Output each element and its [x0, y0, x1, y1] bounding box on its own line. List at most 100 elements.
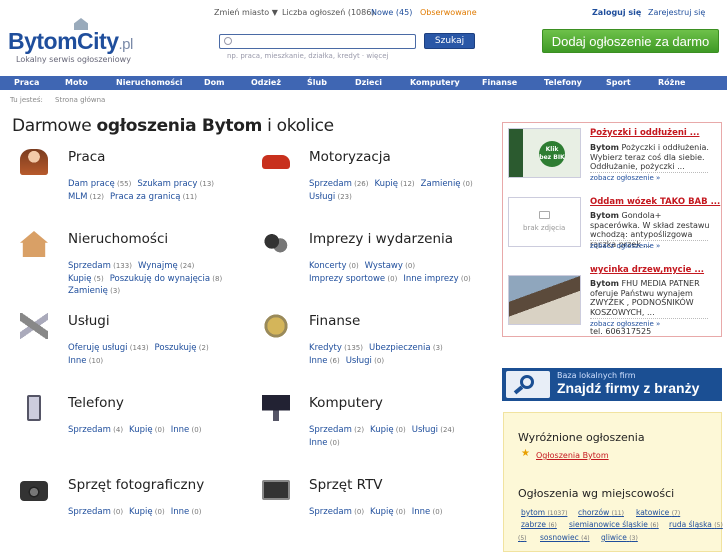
category-title[interactable]: Sprzęt RTV	[309, 477, 383, 493]
computer-icon[interactable]	[262, 395, 290, 421]
subcategory-link[interactable]: Sprzedam (4)	[68, 425, 123, 435]
subcategory-link[interactable]: Sprzedam (0)	[68, 507, 123, 517]
nav-item-rozne[interactable]: Różne	[658, 78, 685, 87]
subcategory-link[interactable]: Praca za granicą (11)	[110, 192, 197, 202]
subcategory-link[interactable]: Poszukuję (2)	[155, 343, 209, 353]
woman-icon[interactable]	[20, 149, 48, 175]
category-title[interactable]: Motoryzacja	[309, 149, 391, 165]
ad-title[interactable]: Pożyczki i oddłużeni ...	[590, 128, 699, 138]
ad-thumbnail[interactable]	[508, 275, 581, 325]
ad-phone: tel. 606317525	[590, 327, 652, 336]
subcategory-link[interactable]: Usługi (24)	[412, 425, 455, 435]
ads-count[interactable]: Liczba ogłoszeń (1086)	[282, 8, 374, 17]
nav-item-odziez[interactable]: Odzież	[251, 78, 281, 87]
city-link[interactable]: chorzów (11)	[578, 508, 624, 517]
new-ads-link[interactable]: Nowe (45)	[371, 8, 412, 17]
subcategory-link[interactable]: Inne (6)	[309, 356, 340, 366]
subcategory-row: Sprzedam (4) Kupię (0) Inne (0)	[68, 417, 207, 436]
city-link[interactable]: (5)	[518, 533, 527, 542]
register-link[interactable]: Zarejestruj się	[648, 8, 705, 17]
tv-icon[interactable]	[262, 480, 290, 500]
subcategory-link[interactable]: Kupię (12)	[375, 179, 415, 189]
subcategory-link[interactable]: Inne (0)	[412, 507, 443, 517]
subcategory-link[interactable]: Inne (10)	[68, 356, 103, 366]
search-hint: np. praca, mieszkanie, działka, kredyt ·…	[227, 52, 389, 60]
subcategory-link[interactable]: Kupię (0)	[370, 507, 406, 517]
phone-icon[interactable]	[27, 395, 41, 421]
city-link[interactable]: ruda śląska (5)	[669, 520, 723, 529]
category-title[interactable]: Komputery	[309, 395, 383, 411]
category-title[interactable]: Nieruchomości	[68, 231, 168, 247]
car-icon[interactable]	[262, 155, 290, 169]
city-link[interactable]: zabrze (6)	[521, 520, 557, 529]
featured-link[interactable]: Ogłoszenia Bytom	[536, 451, 609, 460]
category-title[interactable]: Usługi	[68, 313, 110, 329]
nav-item-finanse[interactable]: Finanse	[482, 78, 517, 87]
category-title[interactable]: Sprzęt fotograficzny	[68, 477, 204, 493]
ad-thumbnail[interactable]: brak zdjęcia	[508, 197, 581, 247]
ad-view-link[interactable]: zobacz ogłoszenie »	[590, 172, 708, 182]
nav-item-slub[interactable]: Ślub	[307, 78, 327, 87]
tools-icon[interactable]	[20, 313, 48, 339]
nav-item-sport[interactable]: Sport	[606, 78, 631, 87]
site-tagline: Lokalny serwis ogłoszeniowy	[16, 55, 131, 64]
nav-item-dom[interactable]: Dom	[204, 78, 224, 87]
business-directory-small: Baza lokalnych firm	[557, 371, 636, 380]
coin-icon[interactable]	[262, 313, 290, 339]
search-button[interactable]: Szukaj	[424, 33, 475, 49]
subcategory-row: Imprezy sportowe (0) Inne imprezy (0)	[309, 266, 477, 285]
city-link[interactable]: katowice (7)	[636, 508, 680, 517]
ad-view-link[interactable]: zobacz ogłoszenie »	[590, 240, 708, 250]
subcategory-link[interactable]: Zamienię (0)	[421, 179, 473, 189]
subcategory-link[interactable]: Kupię (0)	[129, 425, 165, 435]
masks-icon[interactable]	[262, 231, 290, 257]
breadcrumb-current[interactable]: Strona główna	[55, 96, 105, 104]
city-link[interactable]: bytom (1037)	[521, 508, 567, 517]
ad-thumbnail[interactable]: Klik bez BIK	[508, 128, 581, 178]
subcategory-link[interactable]: Sprzedam (0)	[309, 507, 364, 517]
subcategory-link[interactable]: Usługi (23)	[309, 192, 352, 202]
star-icon: ★	[521, 448, 530, 459]
subcategory-link[interactable]: Poszukuję do wynajęcia (8)	[110, 274, 223, 284]
subcategory-link[interactable]: MLM (12)	[68, 192, 104, 202]
business-directory-title[interactable]: Znajdź firmy z branży	[557, 380, 699, 396]
nav-item-praca[interactable]: Praca	[14, 78, 39, 87]
city-link[interactable]: gliwice (3)	[601, 533, 638, 542]
nav-item-moto[interactable]: Moto	[65, 78, 88, 87]
camera-icon[interactable]	[20, 481, 48, 501]
subcategory-link[interactable]: Inne (0)	[309, 438, 340, 448]
subcategory-link[interactable]: Inne imprezy (0)	[403, 274, 470, 284]
login-link[interactable]: Zaloguj się	[592, 8, 641, 17]
city-link[interactable]: sosnowiec (4)	[540, 533, 590, 542]
subcategory-link[interactable]: Zamienię (3)	[68, 286, 120, 296]
ad-title[interactable]: wycinka drzew,mycie ...	[590, 265, 704, 275]
add-ad-button[interactable]: Dodaj ogłoszenie za darmo	[542, 29, 719, 53]
subcategory-link[interactable]: Kupię (0)	[370, 425, 406, 435]
page-title: Darmowe ogłoszenia Bytom i okolice	[12, 116, 334, 136]
nav-item-telefony[interactable]: Telefony	[544, 78, 582, 87]
breadcrumb-label: Tu jesteś:	[10, 96, 43, 104]
site-logo[interactable]: BytomCity.pl	[8, 28, 133, 55]
subcategory-link[interactable]: Inne (0)	[171, 425, 202, 435]
city-link[interactable]: siemianowice śląskie (6)	[569, 520, 659, 529]
category-title[interactable]: Imprezy i wydarzenia	[309, 231, 453, 247]
search-input[interactable]	[219, 34, 416, 49]
category-title[interactable]: Finanse	[309, 313, 360, 329]
ad-title[interactable]: Oddam wózek TAKO BAB ...	[590, 197, 720, 207]
nav-item-dzieci[interactable]: Dzieci	[355, 78, 382, 87]
subcategory-row: Inne (6) Usługi (0)	[309, 348, 390, 367]
subcategory-link[interactable]: Imprezy sportowe (0)	[309, 274, 397, 284]
nav-item-komputery[interactable]: Komputery	[410, 78, 460, 87]
change-city-link[interactable]: Zmień miasto ▼	[214, 8, 278, 17]
subcategory-row: Usługi (23)	[309, 184, 358, 203]
subcategory-link[interactable]: Kupię (0)	[129, 507, 165, 517]
category-title[interactable]: Telefony	[68, 395, 124, 411]
category-title[interactable]: Praca	[68, 149, 105, 165]
watched-link[interactable]: Obserwowane	[420, 8, 477, 17]
subcategory-row: Sprzedam (0) Kupię (0) Inne (0)	[68, 499, 207, 518]
subcategory-row: Inne (10)	[68, 348, 109, 367]
subcategory-link[interactable]: Inne (0)	[171, 507, 202, 517]
subcategory-link[interactable]: Usługi (0)	[346, 356, 384, 366]
house-icon[interactable]	[20, 231, 48, 257]
nav-item-nieruchomosci[interactable]: Nieruchomości	[116, 78, 183, 87]
